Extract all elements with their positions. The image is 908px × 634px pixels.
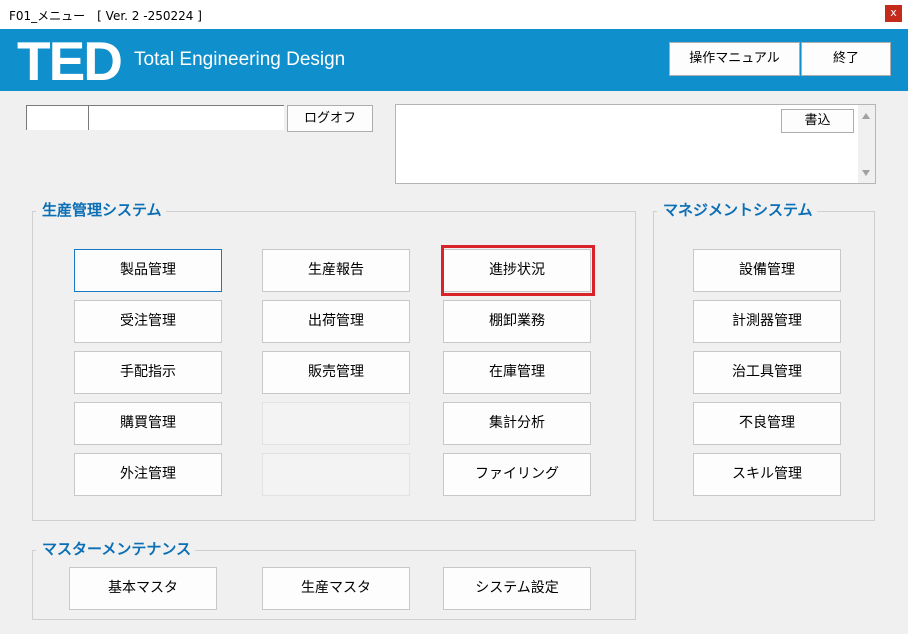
basic-master-button[interactable]: 基本マスタ xyxy=(69,567,217,610)
shipping-management-button[interactable]: 出荷管理 xyxy=(262,300,410,343)
scroll-up-arrow-icon[interactable] xyxy=(862,113,870,119)
scroll-down-arrow-icon[interactable] xyxy=(862,170,870,176)
sales-management-button[interactable]: 販売管理 xyxy=(262,351,410,394)
management-group-title: マネジメントシステム xyxy=(657,200,817,220)
production-master-button[interactable]: 生産マスタ xyxy=(262,567,410,610)
tooling-management-button[interactable]: 治工具管理 xyxy=(693,351,841,394)
app-header: TED Total Engineering Design 操作マニュアル 終了 xyxy=(0,29,908,92)
inventory-count-button[interactable]: 棚卸業務 xyxy=(443,300,591,343)
manual-button[interactable]: 操作マニュアル xyxy=(669,42,800,76)
stock-management-button[interactable]: 在庫管理 xyxy=(443,351,591,394)
logoff-button[interactable]: ログオフ xyxy=(287,105,373,132)
aggregate-analysis-button[interactable]: 集計分析 xyxy=(443,402,591,445)
window-title: F01_メニュー [ Ver. 2 -250224 ] xyxy=(9,9,202,23)
master-group-title: マスターメンテナンス xyxy=(36,539,196,559)
window-titlebar: F01_メニュー [ Ver. 2 -250224 ] x xyxy=(0,0,908,29)
product-management-button[interactable]: 製品管理 xyxy=(74,249,222,292)
arrangement-button[interactable]: 手配指示 xyxy=(74,351,222,394)
app-tagline: Total Engineering Design xyxy=(134,49,346,70)
outsourcing-management-button[interactable]: 外注管理 xyxy=(74,453,222,496)
production-group-title: 生産管理システム xyxy=(36,200,166,220)
user-name-field[interactable] xyxy=(88,105,284,130)
order-management-button[interactable]: 受注管理 xyxy=(74,300,222,343)
purchase-management-button[interactable]: 購買管理 xyxy=(74,402,222,445)
memo-scrollbar[interactable] xyxy=(858,105,875,183)
filing-button[interactable]: ファイリング xyxy=(443,453,591,496)
production-report-button[interactable]: 生産報告 xyxy=(262,249,410,292)
ted-logo: TED xyxy=(17,30,123,92)
system-settings-button[interactable]: システム設定 xyxy=(443,567,591,610)
empty-button-slot xyxy=(262,402,410,445)
defect-management-button[interactable]: 不良管理 xyxy=(693,402,841,445)
skill-management-button[interactable]: スキル管理 xyxy=(693,453,841,496)
close-icon[interactable]: x xyxy=(885,5,902,22)
write-button[interactable]: 書込 xyxy=(781,109,854,133)
progress-status-button[interactable]: 進捗状況 xyxy=(443,249,591,292)
memo-textarea[interactable]: 書込 xyxy=(395,104,876,184)
instrument-management-button[interactable]: 計測器管理 xyxy=(693,300,841,343)
user-id-field[interactable] xyxy=(26,105,88,130)
empty-button-slot xyxy=(262,453,410,496)
equipment-management-button[interactable]: 設備管理 xyxy=(693,249,841,292)
exit-button[interactable]: 終了 xyxy=(801,42,891,76)
